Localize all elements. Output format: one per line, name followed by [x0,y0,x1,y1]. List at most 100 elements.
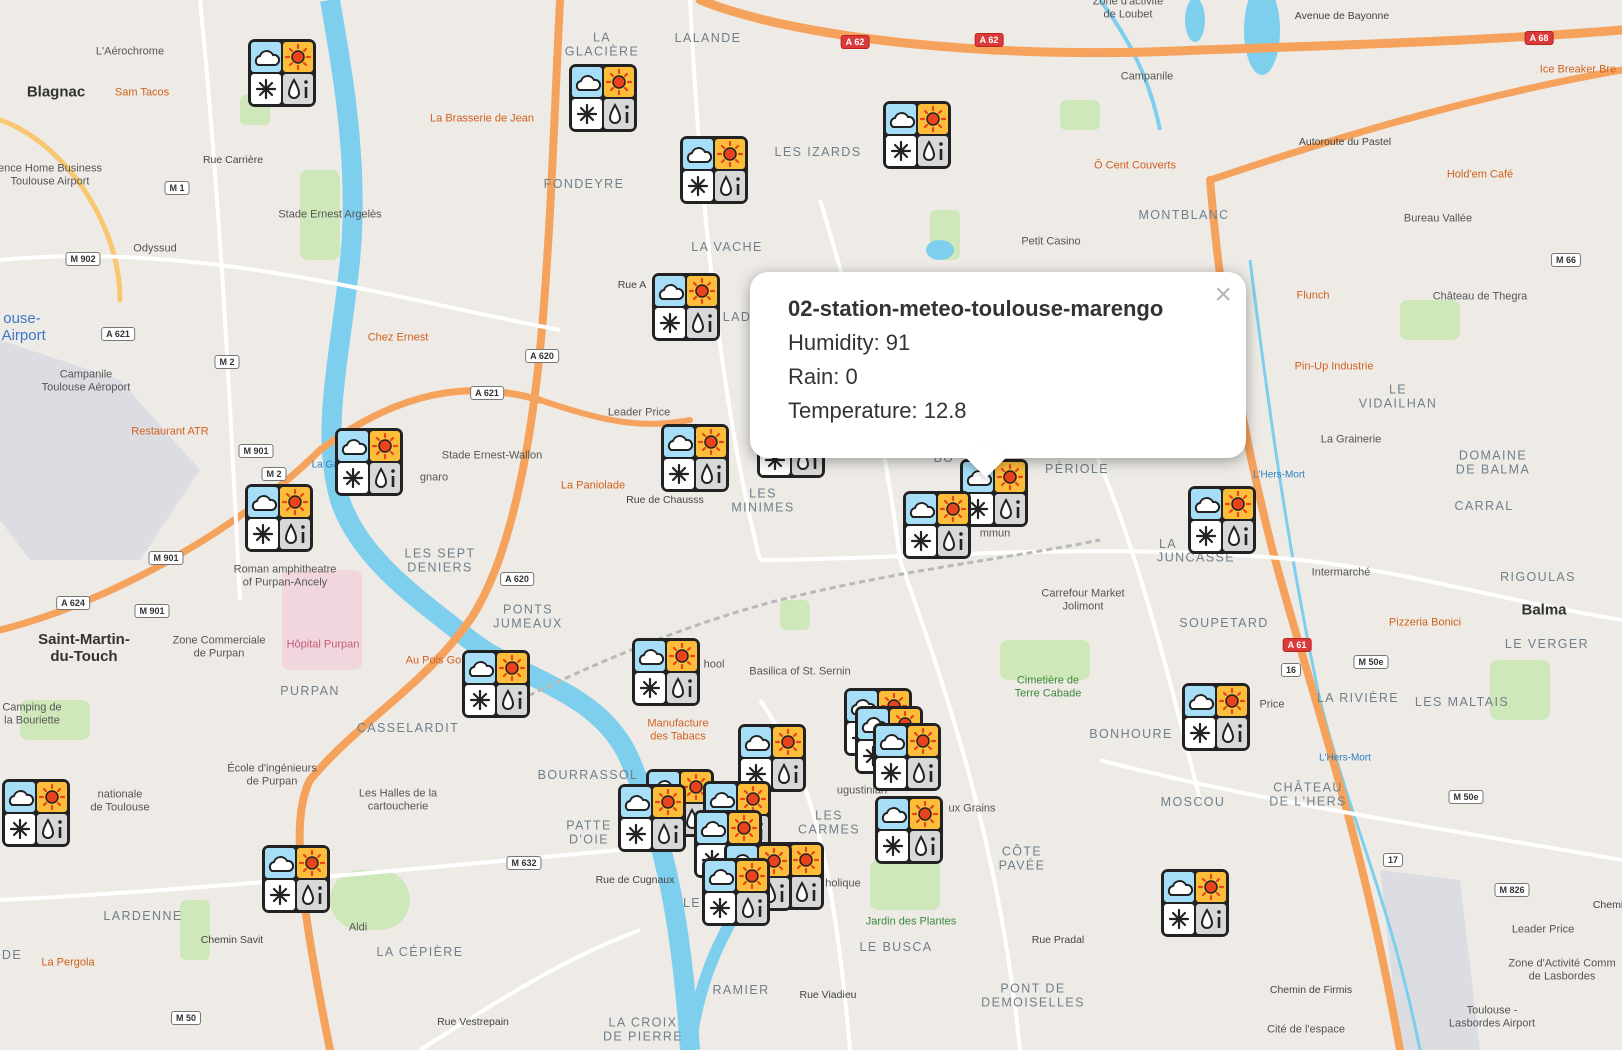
map-label-district: LES IZARDS [774,144,862,159]
weather-station-marker[interactable] [700,856,772,928]
road-shield: 16 [1280,663,1302,677]
map-label-district: LE [682,895,702,910]
map-label-district: BOURRASSOL [537,767,639,782]
weather-icon [873,723,941,791]
map-label-poi: Campanile [1120,70,1174,83]
map-label-poi: Zone d'activité de Loubet [1092,0,1164,20]
map-label-district: LES CARMES [798,808,860,837]
map-label-poi: hool [703,658,725,671]
weather-station-marker[interactable] [616,782,688,854]
map-label-district: LES MALTAIS [1414,694,1510,709]
road-shield: M 901 [134,604,170,618]
map-label-poi: Zone Commerciale de Purpan [172,634,266,659]
map-label-poi: Campanile Toulouse Aéroport [41,368,131,393]
map-label-poi: Intermarché [1311,566,1371,579]
weather-station-marker[interactable] [871,721,943,793]
map-label-district: LARDENNE [103,908,183,923]
popup-temperature: Temperature: 12.8 [788,398,967,423]
road-shield: A 62 [840,35,870,49]
weather-station-marker[interactable] [1186,484,1258,556]
weather-station-marker[interactable] [246,37,318,109]
weather-station-marker[interactable] [873,794,945,866]
weather-station-marker[interactable] [659,422,731,494]
map-label-poi: Petit Casino [1021,235,1081,248]
weather-station-marker[interactable] [0,777,72,849]
weather-icon [702,858,770,926]
weather-station-marker[interactable] [1159,867,1231,939]
weather-station-marker[interactable] [881,99,953,171]
map-label-city: Balma [1521,601,1567,619]
map-label-poi: Roman amphitheatre of Purpan-Ancely [233,563,337,588]
map-label-road: Chemin de Firmis [1269,983,1353,996]
map-label-road: Rue Viadieu [799,988,857,1001]
popup-close-button[interactable]: × [1214,278,1232,312]
road-shield: M 902 [65,252,101,266]
road-shield: A 68 [1524,31,1554,45]
weather-icon [1182,683,1250,751]
map-label-poi: Stade Ernest Argelès [278,208,382,221]
map-label-district: LE VIDAILHAN [1358,382,1438,411]
road-shield: A 62 [974,33,1004,47]
weather-station-marker[interactable] [1180,681,1252,753]
map-label-poi: L'Aérochrome [95,45,165,58]
map-label-poi: Cité de l'espace [1267,1023,1345,1036]
map-label-poi: gnaro [419,471,449,484]
weather-icon [2,779,70,847]
map-label-district: RIGOULAS [1500,569,1576,584]
station-popup: × 02-station-meteo-toulouse-marengo Humi… [750,272,1246,478]
road-shield: M 901 [148,551,184,565]
weather-icon [661,424,729,492]
weather-icon [903,491,971,559]
map-label-road: Rue Carrière [202,153,264,166]
map-label-food: Ice Breaker Bre [1539,63,1617,76]
map-label-district: FONDEYRE [543,176,625,191]
weather-station-marker[interactable] [260,843,332,915]
map-label-food: Hold'em Café [1446,168,1514,181]
weather-station-marker[interactable] [901,489,973,561]
map-label-river: L'Hers-Mort [1253,469,1305,481]
map-label-poi: Price [1259,698,1285,711]
weather-icon [632,638,700,706]
map-label-poi: mmun [979,527,1011,540]
map-label-park: Jardin des Plantes [865,915,957,928]
map-label-food: Flunch [1296,289,1330,302]
road-shield: A 621 [470,386,504,400]
map-label-poi: Stade Ernest-Wallon [441,449,543,462]
map-label-food: Manufacture des Tabacs [647,717,709,742]
weather-station-marker[interactable] [460,648,532,720]
road-shield: M 901 [238,444,274,458]
map-label-road: Rue de Chausss [626,493,704,506]
map-label-district: PATTE D'OIE [566,818,612,847]
road-shield: A 621 [101,327,135,341]
map-label-poi: ux Grains [948,802,996,815]
map-label-road: Rue Pradal [1031,933,1085,946]
map-label-district: PÉRIOLE [1045,461,1109,476]
map-label-poi: Zone d'Activité Comm de Lasbordes [1508,957,1616,982]
map-label-district: LES SEPT DENIERS [404,546,476,575]
map-label-district: LES MINIMES [731,486,795,515]
weather-icon [680,136,748,204]
map-label-district: LAD [722,309,752,324]
map-view[interactable]: Blagnac Balma Saint-Martin- du-Touch LALAND… [0,0,1622,1050]
road-shield: M 50e [1353,655,1389,669]
map-label-district: SOUPETARD [1179,615,1269,630]
map-label-food: La Brasserie de Jean [430,112,534,125]
weather-icon [875,796,943,864]
map-label-food: Pin-Up Industrie [1294,360,1374,373]
weather-icon [618,784,686,852]
map-label-poi: Leader Price [1511,923,1575,936]
map-label-district: LA CROIX DE PIERRE [603,1015,683,1044]
map-label-district: MOSCOU [1160,794,1226,809]
weather-station-marker[interactable] [243,482,315,554]
map-label-district: LALANDE [674,30,742,45]
map-label-park: Cimetière de Terre Cabade [1014,674,1082,699]
weather-station-marker[interactable] [333,426,405,498]
map-label-road: Rue A [617,278,647,291]
weather-station-marker[interactable] [650,271,722,343]
map-label-district: DOMAINE DE BALMA [1455,448,1531,477]
weather-station-marker[interactable] [567,62,639,134]
weather-station-marker[interactable] [630,636,702,708]
popup-rain: Rain: 0 [788,364,858,389]
map-label-district: MONTBLANC [1138,207,1230,222]
weather-station-marker[interactable] [678,134,750,206]
